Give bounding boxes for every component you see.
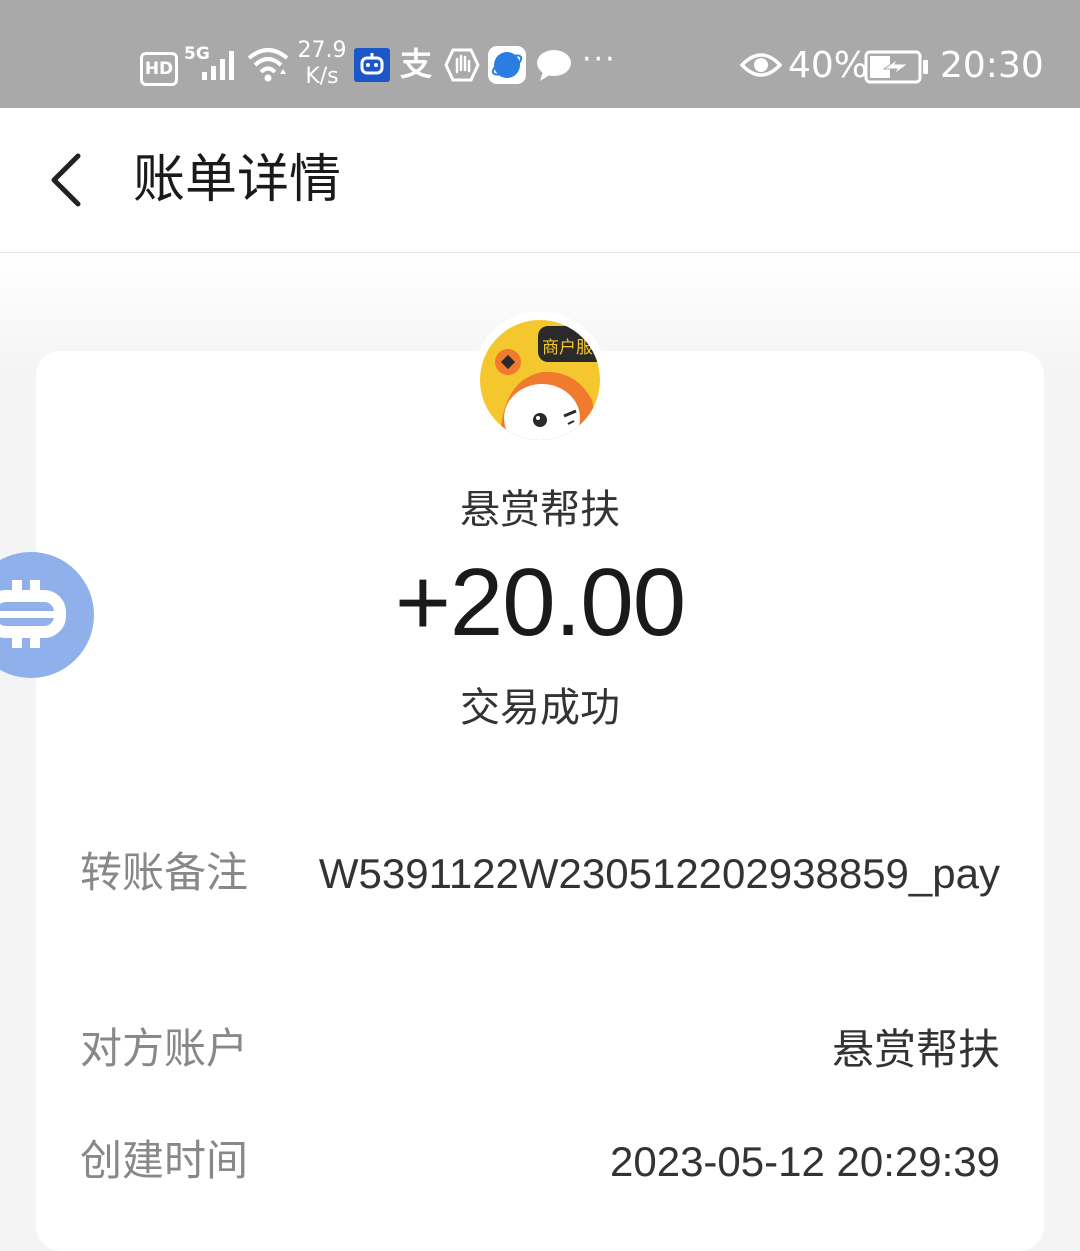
net-speed: 27.9 K/s <box>296 38 348 90</box>
merchant-name: 悬赏帮扶 <box>460 487 620 533</box>
chat-icon <box>534 48 574 88</box>
page-title: 账单详情 <box>133 150 342 210</box>
detail-label: 创建时间 <box>80 1136 249 1185</box>
merchant-mascot-icon: 商户服 <box>480 320 600 440</box>
app-header: 账单详情 <box>0 108 1080 253</box>
detail-row-counterparty: 对方账户 悬赏帮扶 <box>80 1016 1000 1086</box>
eye-icon <box>739 50 783 84</box>
hand-icon <box>444 46 480 88</box>
robot-app-icon <box>354 48 390 82</box>
clock: 20:30 <box>940 45 1044 86</box>
detail-row-remark: 转账备注 W5391122W230512202938859_pay <box>80 840 1000 980</box>
browser-icon <box>488 46 526 84</box>
net-speed-unit: K/s <box>305 64 339 89</box>
detail-label: 转账备注 <box>80 848 249 897</box>
chevron-left-icon <box>51 153 81 207</box>
back-button[interactable] <box>36 142 106 218</box>
wifi-icon <box>246 44 290 88</box>
detail-label: 对方账户 <box>80 1024 249 1073</box>
alipay-icon: 支 <box>400 45 433 83</box>
detail-value[interactable]: W5391122W230512202938859_pay <box>300 840 1000 908</box>
transaction-amount: +20.00 <box>394 549 686 656</box>
transaction-status: 交易成功 <box>460 685 620 731</box>
status-bar: HD 5G 27.9 K/s 支 ··· 40% 20:30 <box>0 0 1080 108</box>
merchant-avatar[interactable]: 商户服 <box>472 312 608 448</box>
battery-percent: 40% <box>788 45 869 86</box>
signal-icon <box>200 48 240 86</box>
battery-charging-icon <box>864 50 930 88</box>
detail-value: 2023-05-12 20:29:39 <box>610 1138 1000 1185</box>
detail-row-created-time: 创建时间 2023-05-12 20:29:39 <box>80 1128 1000 1198</box>
detail-value[interactable]: 悬赏帮扶 <box>832 1016 1000 1084</box>
hd-icon: HD <box>140 52 178 86</box>
net-speed-value: 27.9 <box>297 38 347 63</box>
merchant-badge: 商户服 <box>542 338 593 358</box>
more-notifications-icon: ··· <box>582 42 617 77</box>
